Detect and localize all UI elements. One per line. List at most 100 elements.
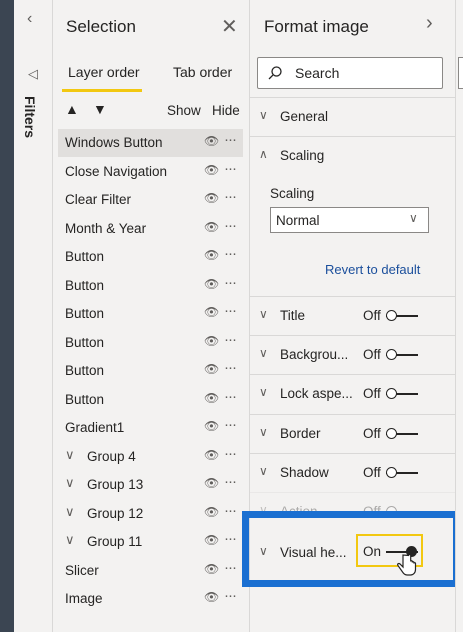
eye-icon[interactable]: 👁︎ <box>204 305 219 319</box>
layer-row[interactable]: Slicer 👁︎ ··· <box>58 557 243 585</box>
more-options-icon[interactable]: ··· <box>224 559 237 576</box>
tab-tab-order[interactable]: Tab order <box>173 64 232 80</box>
chevron-down-icon[interactable]: ∨ <box>65 504 75 520</box>
more-options-icon[interactable]: ··· <box>224 245 237 262</box>
eye-icon[interactable]: 👁︎ <box>204 448 219 462</box>
layer-label: Button <box>65 391 105 407</box>
layer-row[interactable]: Close Navigation 👁︎ ··· <box>58 158 243 186</box>
chevron-down-icon[interactable]: ∨ <box>65 532 75 548</box>
more-options-icon[interactable]: ··· <box>224 359 237 376</box>
more-options-icon[interactable]: ··· <box>224 445 237 462</box>
layer-label: Button <box>65 363 105 378</box>
hide-all-button[interactable]: Hide <box>212 103 240 118</box>
section-general[interactable]: ∨ General <box>250 97 455 136</box>
eye-icon[interactable]: 👁︎ <box>204 362 219 376</box>
layer-group-row[interactable]: ∨ Group 4 👁︎ ··· <box>58 443 243 471</box>
format-section[interactable]: ∨ Lock aspe... Off <box>250 374 455 413</box>
scaling-dropdown[interactable]: Normal ∨ <box>270 207 429 233</box>
eye-icon[interactable]: 👁︎ <box>204 334 219 348</box>
more-options-icon[interactable]: ··· <box>224 331 237 348</box>
eye-icon[interactable]: 👁︎ <box>204 562 219 576</box>
layer-row[interactable]: Button 👁︎ ··· <box>58 272 243 300</box>
layer-group-row[interactable]: ∨ Group 11 👁︎ ··· <box>58 528 243 556</box>
layer-label: Gradient1 <box>65 420 125 435</box>
format-section[interactable]: ∨ Backgrou... Off <box>250 335 455 374</box>
move-down-icon[interactable]: ▼ <box>93 101 107 117</box>
section-toggle[interactable] <box>386 428 418 440</box>
eye-icon[interactable]: 👁︎ <box>204 277 219 291</box>
eye-icon[interactable]: 👁︎ <box>204 191 219 205</box>
chevron-down-icon[interactable]: ∨ <box>65 447 75 463</box>
chevron-right-icon[interactable]: › <box>426 12 433 35</box>
more-options-icon[interactable]: ··· <box>224 188 237 205</box>
chevron-up-icon[interactable]: ∧ <box>259 147 268 161</box>
layer-group-row[interactable]: ∨ Group 13 👁︎ ··· <box>58 471 243 499</box>
chevron-down-icon: ∨ <box>259 385 268 399</box>
section-label: Lock aspe... <box>280 386 353 401</box>
section-toggle[interactable] <box>386 349 418 361</box>
section-label: Title <box>280 308 306 323</box>
more-options-icon[interactable]: ··· <box>224 160 237 177</box>
layer-row[interactable]: Button 👁︎ ··· <box>58 329 243 357</box>
chevron-down-icon: ∨ <box>259 108 268 122</box>
layer-row[interactable]: Button 👁︎ ··· <box>58 300 243 328</box>
section-label[interactable]: Scaling <box>280 148 324 163</box>
more-options-icon[interactable]: ··· <box>224 502 237 519</box>
format-section[interactable]: ∨ Shadow Off <box>250 453 455 492</box>
more-options-icon[interactable]: ··· <box>224 416 237 433</box>
layer-label: Image <box>65 591 103 606</box>
chevron-down-icon: ∨ <box>259 346 268 360</box>
more-options-icon[interactable]: ··· <box>224 131 237 148</box>
layer-label: Group 4 <box>87 448 136 464</box>
more-options-icon[interactable]: ··· <box>224 217 237 234</box>
layer-row[interactable]: Button 👁︎ ··· <box>58 386 243 414</box>
layer-row[interactable]: Image 👁︎ ··· <box>58 585 243 613</box>
format-section[interactable]: ∨ Title Off <box>250 296 455 335</box>
layer-label: Close Navigation <box>65 163 168 179</box>
toggle-knob <box>386 388 397 399</box>
format-pane: Format image › Search ∨ General ∧ Scalin… <box>242 0 460 632</box>
chevron-left-icon[interactable]: ‹ <box>27 10 32 28</box>
filters-pane-collapsed[interactable]: ‹ ◁ Filters <box>14 0 53 632</box>
move-up-icon[interactable]: ▲ <box>65 101 79 117</box>
adjacent-search-edge <box>458 57 463 89</box>
toggle-state-label: Off <box>363 308 381 323</box>
eye-icon[interactable]: 👁︎ <box>204 220 219 234</box>
more-options-icon[interactable]: ··· <box>224 388 237 405</box>
more-options-icon[interactable]: ··· <box>224 587 237 604</box>
toggle-state-label: Off <box>363 386 381 401</box>
eye-icon[interactable]: 👁︎ <box>204 248 219 262</box>
eye-icon[interactable]: 👁︎ <box>204 419 219 433</box>
format-section[interactable]: ∨ Border Off <box>250 414 455 453</box>
layer-label: Group 11 <box>87 534 143 549</box>
eye-icon[interactable]: 👁︎ <box>204 391 219 405</box>
layer-row[interactable]: Windows Button 👁︎ ··· <box>58 129 243 157</box>
eye-icon[interactable]: 👁︎ <box>204 476 219 490</box>
close-icon[interactable]: ✕ <box>221 14 238 39</box>
revert-to-default-link[interactable]: Revert to default <box>325 262 420 277</box>
layer-group-row[interactable]: ∨ Group 12 👁︎ ··· <box>58 500 243 528</box>
eye-icon[interactable]: 👁︎ <box>204 134 219 148</box>
layer-row[interactable]: Gradient1 👁︎ ··· <box>58 414 243 442</box>
layer-row[interactable]: Month & Year 👁︎ ··· <box>58 215 243 243</box>
more-options-icon[interactable]: ··· <box>224 530 237 547</box>
chevron-down-icon[interactable]: ∨ <box>65 475 75 491</box>
layer-row[interactable]: Clear Filter 👁︎ ··· <box>58 186 243 214</box>
layer-row[interactable]: Button 👁︎ ··· <box>58 357 243 385</box>
show-all-button[interactable]: Show <box>167 103 201 118</box>
section-toggle[interactable] <box>386 310 418 322</box>
section-toggle[interactable] <box>386 388 418 400</box>
filters-label[interactable]: Filters <box>22 96 38 138</box>
eye-icon[interactable]: 👁︎ <box>204 590 219 604</box>
eye-icon[interactable]: 👁︎ <box>204 533 219 547</box>
section-visual-header[interactable]: ∨ Visual he... On <box>250 519 455 581</box>
layer-row[interactable]: Button 👁︎ ··· <box>58 243 243 271</box>
section-toggle[interactable] <box>386 467 418 479</box>
eye-icon[interactable]: 👁︎ <box>204 163 219 177</box>
search-input[interactable]: Search <box>257 57 443 89</box>
more-options-icon[interactable]: ··· <box>224 302 237 319</box>
eye-icon[interactable]: 👁︎ <box>204 505 219 519</box>
more-options-icon[interactable]: ··· <box>224 274 237 291</box>
more-options-icon[interactable]: ··· <box>224 473 237 490</box>
tab-layer-order[interactable]: Layer order <box>68 64 140 80</box>
